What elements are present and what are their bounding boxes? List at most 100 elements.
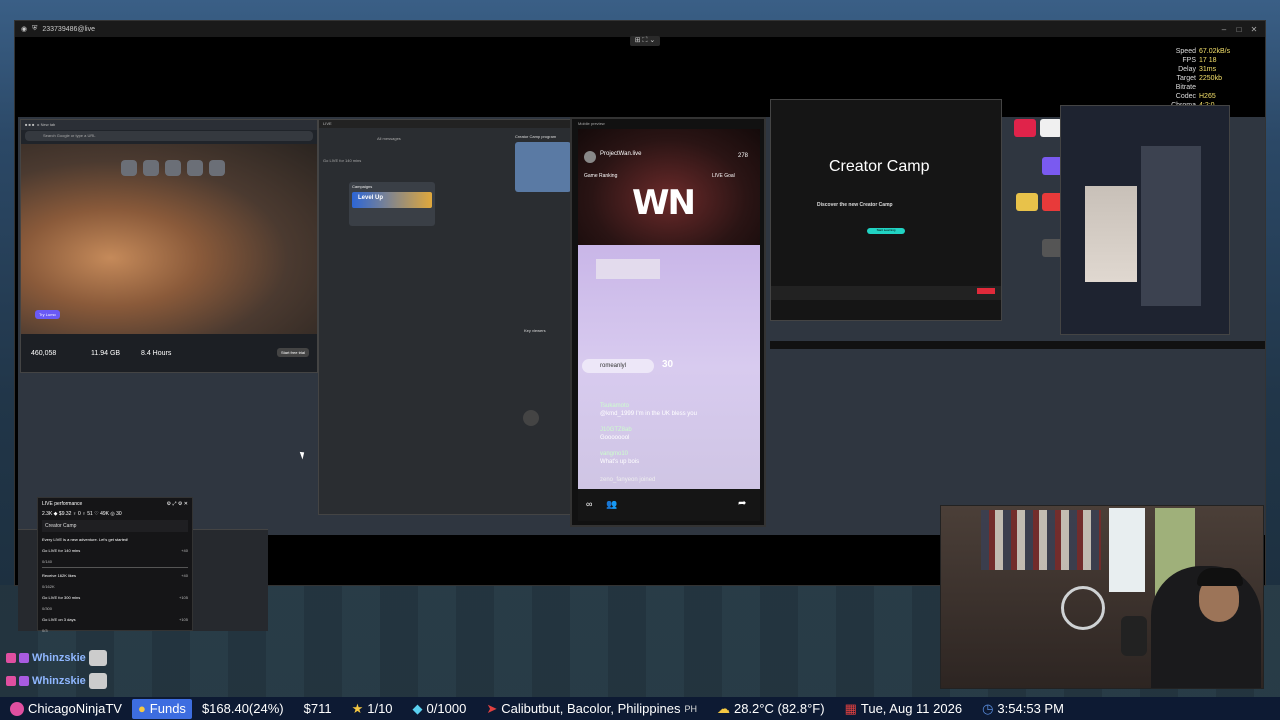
comment-user-2: J10GTZ8ab	[600, 427, 632, 433]
stat-time: 8.4 Hours	[141, 350, 172, 357]
channel-info: ChicagoNinjaTV	[0, 701, 132, 716]
start-learning-button[interactable]: Start Learning	[867, 228, 905, 234]
stream-username: ProjectWan.live	[600, 151, 642, 157]
app-icon: ◉	[21, 26, 28, 33]
emote-icon	[88, 650, 107, 666]
product-panel[interactable]	[1141, 146, 1201, 306]
weather-icon: ☁	[716, 700, 730, 716]
task-progress: 0/3	[42, 628, 48, 633]
app-icon-tf[interactable]	[1014, 119, 1036, 137]
browser-tabs[interactable]: ■ ■ ■ ▸ New tab	[21, 120, 317, 130]
chat-message: Whinzskie	[6, 650, 107, 666]
shortcut-icons[interactable]	[121, 160, 225, 176]
chat-message: Whinzskie	[6, 673, 107, 689]
preview-header: Mobile preview	[578, 121, 605, 126]
comment-user-3: vangmo10	[600, 451, 629, 457]
task-row[interactable]: Receive 162K likes +40	[38, 570, 192, 581]
join-notice: zeno_fanyeon joined	[600, 477, 656, 483]
viewer-count: 278	[738, 153, 749, 159]
comment-text-2: Goooooool	[600, 435, 630, 441]
remote-desktop-window[interactable]: ◉ ⛨ 233739486@live – □ ✕ ⊞ ⛶ ⌄ Speed 67.0…	[14, 20, 1266, 633]
badge-icon	[19, 676, 29, 686]
live-studio-window[interactable]: LIVE All messages Go LIVE for 140 mins C…	[318, 119, 574, 515]
comment-text-1: @kmd_1999 I'm in the UK bless you	[600, 411, 697, 417]
close-button[interactable]: ✕	[1249, 25, 1259, 34]
folder-icon[interactable]	[1016, 193, 1038, 211]
stream-ticker-bar: ChicagoNinjaTV ● Funds $168.40(24%) $711…	[0, 697, 1280, 720]
remote-taskbar[interactable]	[770, 341, 1265, 349]
game-ranking-label[interactable]: Game Ranking	[584, 173, 617, 179]
remote-titlebar[interactable]: ◉ ⛨ 233739486@live – □ ✕	[15, 21, 1265, 37]
maximize-button[interactable]: □	[1234, 25, 1244, 34]
stream-controls[interactable]: ∞ 👥 ➦	[578, 489, 760, 521]
campaign-card[interactable]: Campaigns Level Up	[349, 182, 435, 226]
minimize-button[interactable]: –	[1219, 25, 1229, 34]
key-viewers-label: Key viewers	[524, 328, 546, 333]
task-progress: 0/300	[42, 606, 53, 611]
address-bar[interactable]: Search Google or type a URL	[25, 131, 313, 141]
task-row[interactable]: Go LIVE on 3 days +105	[38, 614, 192, 625]
live-goal-label[interactable]: LIVE Goal	[712, 173, 735, 179]
browser-footer: 460,058 11.94 GB 8.4 Hours Start free tr…	[21, 334, 317, 372]
messages-tab[interactable]: All messages	[377, 136, 401, 141]
promo-card[interactable]	[515, 142, 571, 192]
webcam-clothes-rack	[981, 510, 1101, 570]
gems-counter: ◆ 0/1000	[412, 700, 467, 717]
secondary-browser-window[interactable]	[1060, 105, 1230, 335]
stat-blocked: 460,058	[31, 350, 57, 357]
comment-text-3: What's up bois	[600, 459, 640, 465]
campaigns-label: Campaigns	[352, 184, 373, 189]
country-code: PH	[684, 703, 697, 714]
mouse-cursor	[299, 450, 307, 460]
remote-desktop-area[interactable]: ■ ■ ■ ▸ New tab Search Google or type a U…	[18, 99, 1265, 633]
task-row[interactable]: Go LIVE for 300 mins +105	[38, 592, 192, 603]
try-lumo-button[interactable]: Try Lumo	[35, 310, 60, 319]
webcam-window-light	[1109, 508, 1145, 592]
emote-icon	[88, 673, 107, 689]
badge-icon	[19, 653, 29, 663]
live-performance-panel[interactable]: LIVE performance ⚙ ⤢ ⚙ ✕ 2.3K ◆ $9.32 ♀ 0…	[37, 497, 193, 633]
avatar	[584, 151, 596, 163]
live-task-label: Go LIVE for 140 mins	[323, 158, 362, 163]
guests-icon[interactable]: 👥	[606, 499, 617, 510]
studio-header: LIVE	[319, 120, 573, 128]
browser-window[interactable]: ■ ■ ■ ▸ New tab Search Google or type a U…	[20, 119, 318, 373]
amount-secondary: $711	[303, 701, 332, 716]
overlay-list	[596, 259, 660, 279]
share-icon[interactable]: ➦	[738, 498, 746, 509]
level-up-banner[interactable]: Level Up	[352, 192, 432, 208]
instagram-icon	[10, 701, 24, 716]
task-row[interactable]: Go LIVE for 140 mins +40	[38, 545, 192, 556]
calendar-icon: ▦	[844, 700, 857, 716]
view-control-toolbar[interactable]: ⊞ ⛶ ⌄	[630, 36, 660, 46]
time-info: ◷ 3:54:53 PM	[982, 700, 1064, 717]
record-button[interactable]	[977, 288, 995, 294]
gift-user: romeanlyl	[600, 363, 627, 369]
panel-controls[interactable]: ⚙ ⤢ ⚙ ✕	[167, 501, 188, 507]
obs-controls-bar[interactable]	[771, 286, 1001, 300]
weather-info: ☁ 28.2°C (82.8°F)	[716, 700, 825, 717]
shield-icon: ⛨	[32, 25, 38, 32]
chrome-icon[interactable]	[1040, 119, 1062, 137]
desktop-icons[interactable]	[1004, 107, 1064, 277]
link-icon[interactable]: ∞	[586, 499, 592, 509]
mobile-preview-window[interactable]: Mobile preview ProjectWan.live 278 Game …	[570, 117, 766, 527]
funds-badge: ● Funds	[131, 698, 192, 719]
date-info: ▦ Tue, Aug 11 2026	[844, 700, 963, 717]
start-trial-button[interactable]: Start free trial	[277, 348, 310, 357]
webcam-microphone	[1121, 616, 1147, 656]
webcam-feed	[940, 505, 1264, 689]
gift-count: 30	[662, 359, 674, 370]
creator-camp-tab[interactable]: Creator Camp	[42, 520, 188, 532]
pin-icon: ➤	[486, 700, 498, 716]
product-image	[1085, 186, 1137, 282]
stat-bandwidth: 11.94 GB	[91, 350, 121, 357]
bag-icon: ●	[137, 701, 146, 716]
chat-username: Whinzskie	[32, 652, 86, 664]
clock-icon: ◷	[982, 700, 994, 716]
creator-camp-window[interactable]: Creator Camp Discover the new Creator Ca…	[770, 99, 1002, 321]
promo-title: Creator Camp program	[515, 134, 557, 139]
creator-camp-logo: Creator Camp	[829, 158, 930, 175]
remote-title: 233739486@live	[42, 25, 96, 33]
stream-video: romeanlyl 30 Tsukamoto @kmd_1999 I'm in …	[578, 245, 760, 489]
